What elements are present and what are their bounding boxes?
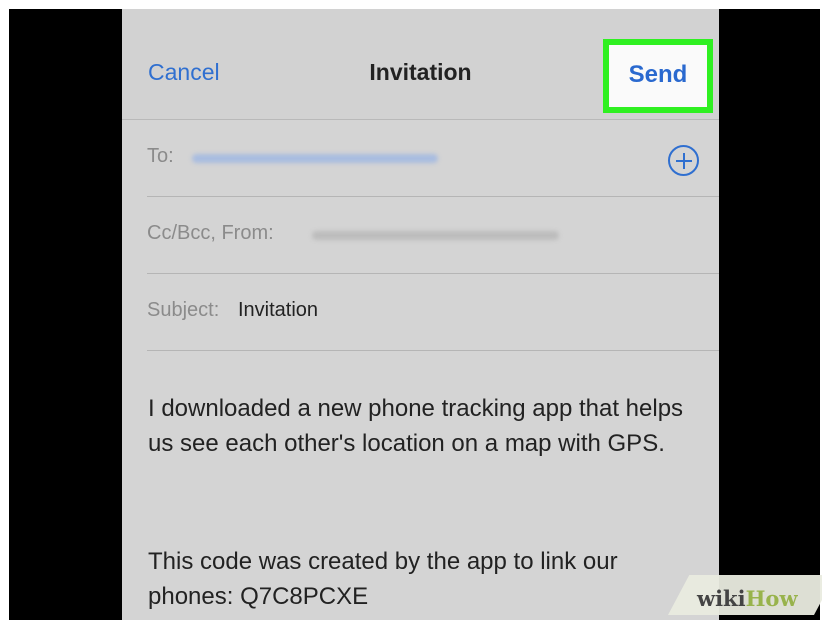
message-paragraph-1[interactable]: I downloaded a new phone tracking app th…: [148, 391, 708, 461]
to-field-row[interactable]: To:: [147, 120, 719, 197]
send-button[interactable]: Send: [609, 61, 707, 89]
subject-value[interactable]: Invitation: [238, 299, 318, 322]
message-paragraph-2[interactable]: This code was created by the app to link…: [148, 544, 708, 614]
ccbcc-from-label: Cc/Bcc, From:: [147, 222, 274, 244]
subject-label: Subject:: [147, 299, 220, 321]
send-highlight-box: Send: [603, 39, 713, 113]
to-label: To:: [147, 145, 174, 167]
watermark-wiki-text: wiki: [697, 586, 746, 611]
wikihow-watermark: wikiHow: [697, 586, 798, 611]
mail-compose-screen: Cancel Invitation Send To: Cc/Bcc, From:…: [122, 9, 719, 620]
screenshot-frame: Cancel Invitation Send To: Cc/Bcc, From:…: [9, 9, 820, 620]
subject-row[interactable]: Subject: Invitation: [147, 274, 719, 351]
compose-nav-bar: Cancel Invitation Send: [122, 9, 719, 120]
watermark-how-text: How: [745, 586, 798, 611]
from-address-redacted: [312, 231, 559, 240]
ccbcc-from-row[interactable]: Cc/Bcc, From:: [147, 197, 719, 274]
to-address-redacted: [192, 154, 438, 163]
plus-circle-icon[interactable]: [668, 145, 699, 176]
